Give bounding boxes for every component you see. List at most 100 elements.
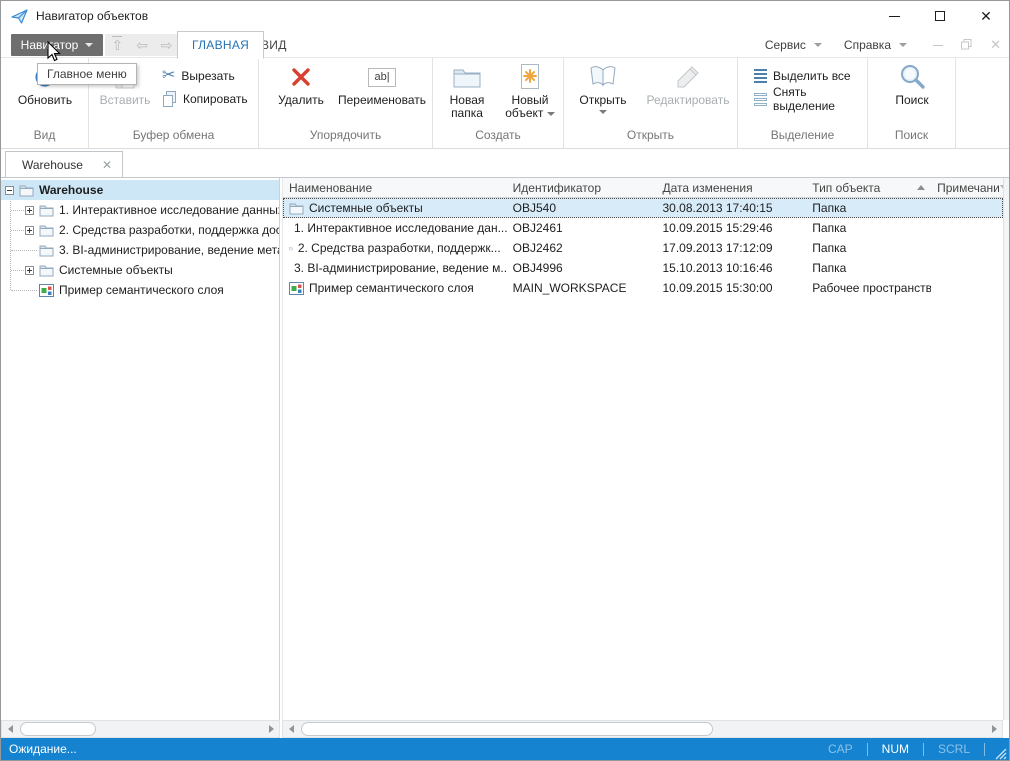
scrollbar-thumb[interactable] [20, 722, 96, 736]
scissors-icon: ✂ [162, 68, 175, 84]
cut-button[interactable]: ✂ Вырезать [162, 66, 235, 86]
table-row[interactable]: 1. Интерактивное исследование дан... OBJ… [283, 218, 1003, 238]
folder-icon [39, 264, 54, 277]
refresh-label: Обновить [18, 94, 72, 107]
open-button[interactable]: Открыть [572, 60, 634, 126]
deselect-button[interactable]: Снять выделение [754, 89, 867, 109]
scroll-left-icon[interactable] [2, 721, 18, 737]
maximize-button[interactable] [917, 1, 963, 31]
new-folder-button[interactable]: Новая папка [439, 60, 495, 126]
new-object-label: Новый объект [499, 94, 561, 120]
chevron-down-icon [599, 110, 607, 114]
tree-item-2[interactable]: 2. Средства разработки, поддержка досту [1, 220, 279, 240]
collapse-expander-icon[interactable] [5, 186, 14, 195]
scrollbar-thumb[interactable] [301, 722, 713, 736]
sort-ascending-icon [917, 185, 925, 190]
copy-icon [162, 91, 177, 107]
select-all-label: Выделить все [773, 69, 851, 83]
column-header-date[interactable]: Дата изменения [656, 178, 806, 197]
search-icon [898, 60, 926, 94]
folder-icon [289, 242, 293, 255]
column-header-id[interactable]: Идентификатор [507, 178, 657, 197]
minimize-button[interactable] [871, 1, 917, 31]
menu-help[interactable]: Справка [844, 38, 907, 52]
group-label-open: Открыть [564, 128, 737, 142]
rename-button[interactable]: ab| Переименовать [335, 60, 429, 126]
group-label-create: Создать [433, 128, 563, 142]
ribbon-minimize-icon[interactable] [933, 44, 943, 46]
go-up-button[interactable]: ⇧ [111, 38, 123, 52]
status-bar: Ожидание... CAP NUM SCRL [1, 738, 1009, 760]
app-window: Навигатор объектов ✕ Навигатор ⇧ ⇦ ⇨ ГЛА… [0, 0, 1010, 761]
document-tab-warehouse[interactable]: Warehouse ✕ [5, 151, 123, 177]
delete-label: Удалить [278, 94, 324, 107]
tree-item-1[interactable]: 1. Интерактивное исследование данных, [1, 200, 279, 220]
table-row[interactable]: Системные объекты OBJ540 30.08.2013 17:4… [283, 198, 1003, 218]
tree-item-semantic-layer[interactable]: Пример семантического слоя [1, 280, 279, 300]
folder-icon [39, 224, 54, 237]
resize-grip[interactable] [993, 746, 1007, 760]
column-header-note[interactable]: Примечани [931, 178, 1003, 197]
table-horizontal-scrollbar[interactable] [282, 720, 1003, 738]
group-label-clipboard: Буфер обмена [89, 128, 258, 142]
folder-icon [19, 184, 34, 197]
search-button[interactable]: Поиск [882, 60, 942, 126]
cut-label: Вырезать [181, 69, 234, 83]
tree-item-3[interactable]: 3. BI-администрирование, ведение метад [1, 240, 279, 260]
ribbon-group-create: Новая папка Новый объект Создать [433, 58, 564, 148]
scroll-right-icon[interactable] [263, 721, 279, 737]
scroll-left-icon[interactable] [283, 721, 299, 737]
tree-horizontal-scrollbar[interactable] [1, 720, 280, 738]
cell-type: Рабочее пространство [806, 281, 931, 295]
chevron-down-icon [547, 112, 555, 116]
cell-date: 30.08.2013 17:40:15 [656, 201, 806, 215]
new-folder-icon [452, 60, 482, 94]
open-icon [587, 60, 619, 94]
table-row[interactable]: 2. Средства разработки, поддержк... OBJ2… [283, 238, 1003, 258]
scrollbar-row [1, 720, 1009, 738]
cell-date: 10.09.2015 15:29:46 [656, 221, 806, 235]
table-row[interactable]: Пример семантического слоя MAIN_WORKSPAC… [283, 278, 1003, 298]
back-button[interactable]: ⇦ [136, 38, 148, 52]
table-row[interactable]: 3. BI-администрирование, ведение м... OB… [283, 258, 1003, 278]
maximize-icon [935, 11, 945, 21]
tab-close-icon[interactable]: ✕ [102, 159, 112, 171]
vertical-scrollbar-track[interactable] [1003, 178, 1009, 721]
ribbon-group-search: Поиск Поиск [868, 58, 956, 148]
scroll-right-icon[interactable] [986, 721, 1002, 737]
deselect-label: Снять выделение [773, 85, 867, 113]
cell-date: 17.09.2013 17:12:09 [656, 241, 806, 255]
column-header-type[interactable]: Тип объекта [806, 178, 931, 197]
tree-item-system[interactable]: Системные объекты [1, 260, 279, 280]
tab-main[interactable]: ГЛАВНАЯ [177, 31, 264, 59]
column-header-name[interactable]: Наименование [283, 178, 507, 197]
minimize-icon [889, 16, 900, 17]
expand-expander-icon[interactable] [25, 206, 34, 215]
ribbon-restore-icon[interactable] [961, 39, 972, 50]
menu-service[interactable]: Сервис [765, 38, 822, 52]
ribbon-close-icon[interactable]: ✕ [990, 38, 1001, 51]
delete-button[interactable]: Удалить [271, 60, 331, 126]
close-button[interactable]: ✕ [963, 1, 1009, 31]
forward-button[interactable]: ⇨ [161, 38, 173, 52]
object-tree-panel: Warehouse 1. Интерактивное исследование … [1, 178, 280, 721]
delete-icon [290, 60, 312, 94]
copy-button[interactable]: Копировать [162, 89, 248, 109]
tree-item-warehouse-root[interactable]: Warehouse [1, 180, 279, 200]
content-area: Warehouse 1. Интерактивное исследование … [1, 177, 1009, 720]
search-label: Поиск [895, 94, 928, 107]
new-object-button[interactable]: Новый объект [499, 60, 561, 126]
title-bar: Навигатор объектов ✕ [1, 1, 1009, 31]
cell-type: Папка [806, 201, 931, 215]
group-label-arrange: Упорядочить [259, 128, 432, 142]
expand-expander-icon[interactable] [25, 266, 34, 275]
group-label-view: Вид [1, 128, 88, 142]
select-all-button[interactable]: Выделить все [754, 66, 851, 86]
table-header: Наименование Идентификатор Дата изменени… [283, 178, 1003, 198]
edit-icon [675, 60, 701, 94]
deselect-icon [754, 93, 767, 106]
mouse-cursor [47, 41, 61, 63]
cell-type: Папка [806, 241, 931, 255]
expand-expander-icon[interactable] [25, 226, 34, 235]
edit-button[interactable]: Редактировать [640, 60, 736, 126]
